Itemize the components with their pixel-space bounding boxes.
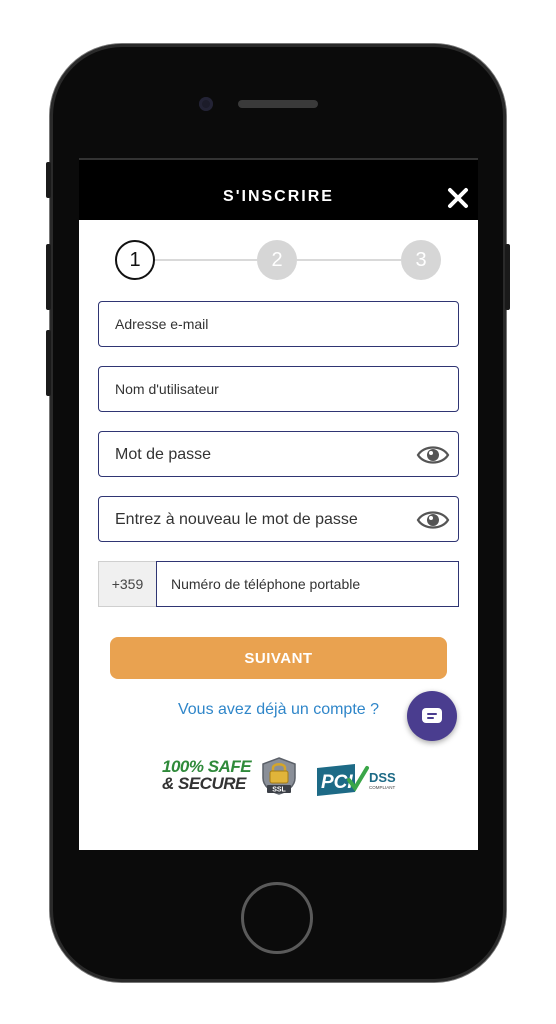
username-field-wrapper: [98, 366, 459, 412]
password-field[interactable]: [99, 432, 458, 476]
step-connector: [297, 259, 401, 261]
page-title: S'INSCRIRE: [223, 188, 334, 205]
confirm-password-field[interactable]: [99, 497, 458, 541]
dss-compliant-label: COMPLIANT: [369, 785, 396, 790]
eye-icon[interactable]: [416, 507, 450, 533]
next-button[interactable]: SUIVANT: [110, 637, 447, 679]
ssl-label: SSL: [272, 787, 286, 794]
chat-icon: [422, 708, 442, 723]
pci-dss-badge: PCI DSS COMPLIANT: [317, 764, 396, 796]
volume-up-button: [46, 244, 51, 310]
front-camera: [199, 97, 213, 111]
safe-badge-line1: 100% SAFE: [162, 757, 252, 776]
power-button: [505, 244, 510, 310]
volume-down-button: [46, 330, 51, 396]
signup-screen: S'INSCRIRE 1 2 3 +359: [79, 158, 478, 866]
email-field-wrapper: [98, 301, 459, 347]
close-icon[interactable]: [446, 186, 470, 210]
home-button[interactable]: [241, 882, 313, 954]
security-badges: 100% SAFE & SECURE SSL PCI DSS COMPLIANT: [79, 756, 478, 802]
chat-button[interactable]: [407, 691, 457, 741]
safe-secure-badge: 100% SAFE & SECURE: [162, 757, 252, 793]
ssl-lock-icon: SSL: [262, 757, 296, 795]
screen-bottom-bar: [79, 850, 478, 866]
mute-switch: [46, 162, 51, 198]
signup-header: S'INSCRIRE: [79, 158, 478, 220]
signup-stepper: 1 2 3: [79, 238, 478, 282]
safe-badge-line2: & SECURE: [162, 774, 246, 793]
password-field-wrapper: [98, 431, 459, 477]
phone-prefix[interactable]: +359: [98, 561, 156, 607]
step-2: 2: [257, 240, 297, 280]
step-3: 3: [401, 240, 441, 280]
eye-icon[interactable]: [416, 442, 450, 468]
step-1: 1: [115, 240, 155, 280]
phone-number-field[interactable]: [157, 562, 458, 606]
username-field[interactable]: [99, 367, 458, 411]
phone-input-wrapper: [156, 561, 459, 607]
phone-field-group: +359: [98, 561, 459, 607]
earpiece-speaker: [238, 100, 318, 108]
confirm-password-field-wrapper: [98, 496, 459, 542]
step-connector: [155, 259, 257, 261]
email-field[interactable]: [99, 302, 458, 346]
dss-label: DSS: [369, 770, 396, 785]
